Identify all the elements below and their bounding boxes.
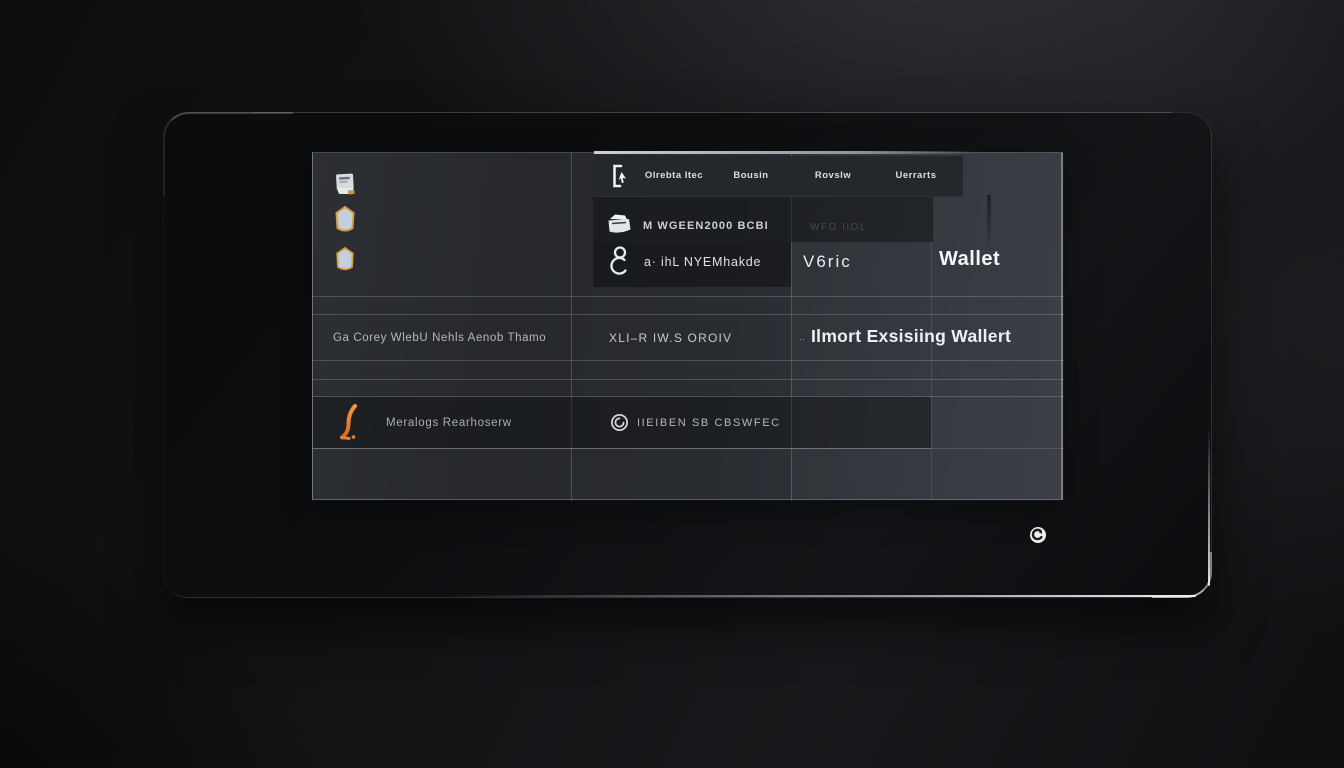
import-existing-wallet-button[interactable]: Ilmort Exsisiing Wallert (811, 326, 1011, 347)
import-row-left-label: Ga Corey WlebU Nehls Aenob Thamo (333, 332, 546, 344)
wallet-title: Wallet (939, 248, 1000, 271)
scroll-icon[interactable] (333, 170, 358, 199)
wallet-row-value: V6ric (803, 252, 852, 272)
tab-bar: Olrebta Itec Bousin Rovslw Uerrarts (596, 156, 963, 197)
fox-icon[interactable] (338, 403, 362, 443)
grid-line (313, 314, 1064, 315)
tabbar-top-highlight (594, 151, 978, 154)
shield-icon[interactable] (334, 246, 356, 273)
compass-icon[interactable] (1029, 526, 1047, 544)
scene: Olrebta Itec Bousin Rovslw Uerrarts (0, 0, 1344, 768)
account-row-label[interactable]: M WGEEN2000 BCBI (643, 220, 769, 232)
device-edge-highlight (163, 112, 293, 196)
device-edge-highlight (253, 112, 1172, 113)
browser-row-label[interactable]: Meralogs Rearhoserw (386, 417, 512, 429)
grid-line (313, 448, 1064, 449)
device-edge-highlight (443, 595, 1196, 597)
tab-item-3[interactable]: Rovslw (815, 170, 851, 181)
wallet-folder-icon (606, 211, 633, 235)
device-edge-highlight (1152, 552, 1212, 598)
import-row-bullet: ·· (799, 334, 805, 344)
wallet-row-label[interactable]: a· ihL NYEMhakde (644, 255, 761, 269)
tab-item-2[interactable]: Bousin (733, 170, 768, 181)
account-row-faint-label: WFO IIOL (810, 222, 867, 233)
panel-cursor-icon (610, 163, 628, 190)
browser-row-middle-label: IIEIBEN SB CBSWFEC (637, 417, 781, 429)
scrollbar-thumb[interactable] (987, 195, 991, 247)
grid-line (313, 296, 1064, 297)
tab-item-4[interactable]: Uerrarts (896, 170, 937, 181)
column-divider (931, 241, 932, 501)
column-divider (571, 153, 572, 501)
import-row-middle-label: XLI–R IW.S OROIV (609, 331, 732, 345)
tab-item-1[interactable]: Olrebta Itec (645, 170, 703, 181)
wallet-table-panel: Olrebta Itec Bousin Rovslw Uerrarts (312, 152, 1063, 500)
grid-line (313, 360, 1064, 361)
spiral-icon (610, 413, 629, 432)
person-icon (609, 245, 632, 277)
grid-line (313, 379, 1064, 380)
shield-icon[interactable] (333, 205, 357, 235)
